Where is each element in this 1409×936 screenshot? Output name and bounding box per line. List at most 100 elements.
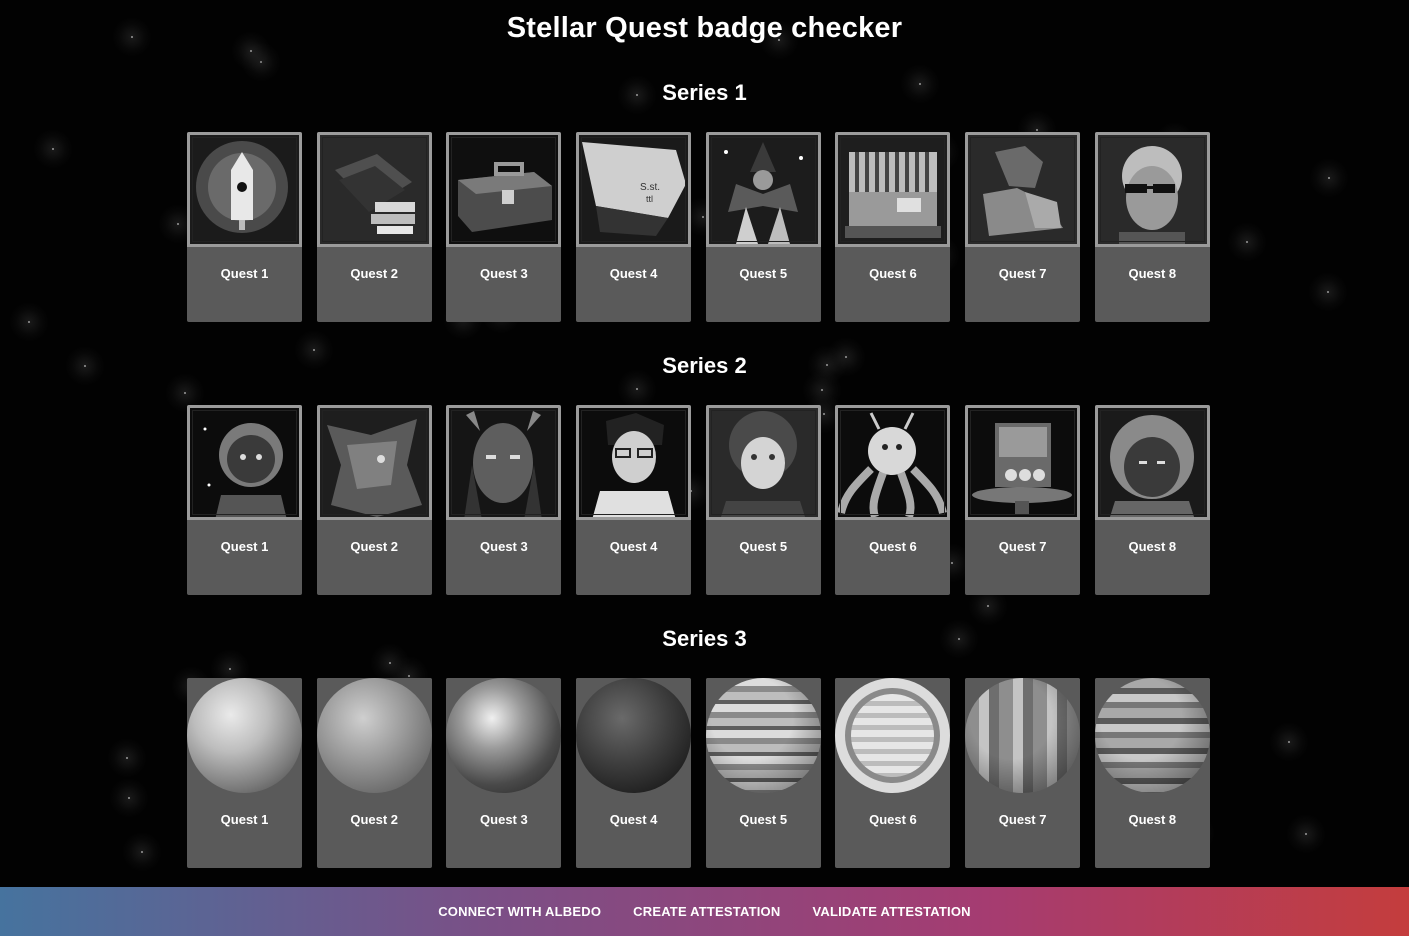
badge-card[interactable]: Quest 1 [187,405,302,595]
badge-label: Quest 2 [350,539,399,554]
star [260,61,262,63]
badge-label: Quest 8 [1128,539,1177,554]
badge-card[interactable]: Quest 6 [835,678,951,868]
planet-banded-icon [705,678,821,793]
validate-attestation-button[interactable]: VALIDATE ATTESTATION [812,904,970,919]
badge-label: Quest 5 [739,539,788,554]
badge-card[interactable]: Quest 2 [316,132,432,322]
star [250,50,252,52]
badge-card[interactable]: Quest 8 [1094,405,1210,595]
star [52,148,54,150]
badge-label: Quest 7 [998,812,1047,827]
badge-label: Quest 3 [480,539,528,554]
badge-card[interactable]: Quest 6 [835,132,951,322]
badge-card[interactable]: Quest 7 [965,678,1081,868]
star [313,349,315,351]
cereal-box-badge-icon [965,405,1081,520]
badge-card[interactable]: Quest 6 [835,405,951,595]
badge-card[interactable]: Quest 2 [316,405,432,595]
creature-badge-icon [316,405,432,520]
sunglasses-face-badge-icon [1094,132,1210,247]
series-3-title: Series 3 [662,626,747,651]
badge-card[interactable]: Quest 4 [576,405,692,595]
star [636,388,638,390]
horned-face-badge-icon [446,405,562,520]
badge-card[interactable]: Quest 3 [446,678,562,868]
star-glow [241,42,281,82]
badge-label: Quest 4 [609,266,658,281]
create-attestation-button[interactable]: CREATE ATTESTATION [633,904,780,919]
star [128,797,130,799]
planet-earthlike-icon [446,678,562,793]
star [177,223,179,225]
planet-rocky-icon [187,678,302,793]
badge-label: Quest 6 [869,266,917,281]
star-glow [33,129,73,169]
planet-ringed-icon [835,678,951,793]
badge-card[interactable]: Quest 1 [187,678,302,868]
astronaut-badge-icon [187,405,302,520]
badge-label: Quest 1 [220,266,269,281]
planet-mottled-icon [1094,678,1210,793]
page-title: Stellar Quest badge checker [506,12,903,44]
badge-card[interactable]: Quest 5 [705,678,821,868]
badge-label: Quest 1 [220,539,269,554]
badge-card[interactable]: Quest 5 [705,405,821,595]
wizard-badge-icon [705,132,821,247]
badge-label: Quest 5 [739,812,788,827]
star-glow [1309,158,1349,198]
star-glow [1227,222,1267,262]
star-glow [9,302,49,342]
star [408,675,410,677]
series-2-badges: Quest 1 Quest 2 Quest 3 Quest 4 Quest 5 … [187,405,1210,595]
planet-cloudy-icon [316,678,432,793]
arm-badge-icon [965,132,1081,247]
badge-label: Quest 3 [480,812,528,827]
badge-card[interactable]: S.st. ttl Quest 4 [576,132,692,322]
badge-card[interactable]: Quest 2 [316,678,432,868]
rocket-badge-icon [187,132,302,247]
connect-albedo-button[interactable]: CONNECT WITH ALBEDO [438,904,601,919]
badge-card[interactable]: Quest 5 [705,132,821,322]
badge-card[interactable]: Quest 8 [1094,132,1210,322]
star [184,392,186,394]
star [126,757,128,759]
badge-label: Quest 5 [739,266,788,281]
star [229,668,231,670]
curly-hair-person-badge-icon [705,405,821,520]
star [821,389,823,391]
badge-label: Quest 4 [609,812,658,827]
badge-card[interactable]: Quest 3 [446,405,562,595]
star [1036,129,1038,131]
badge-card[interactable]: Quest 8 [1094,678,1210,868]
series-1-title: Series 1 [662,80,747,105]
star-glow [107,738,147,778]
building-badge-icon [835,132,951,247]
star [1328,177,1330,179]
planet-dark-icon [576,678,692,793]
star [28,321,30,323]
badge-label: Quest 1 [220,812,269,827]
badge-card[interactable]: Quest 7 [965,132,1081,322]
badge-label: Quest 7 [998,266,1047,281]
badge-card[interactable]: Quest 7 [965,405,1081,595]
octopus-badge-icon [835,405,951,520]
star [141,851,143,853]
star-glow [1269,722,1309,762]
star [389,662,391,664]
series-2-title: Series 2 [662,353,747,378]
footer-action-bar: CONNECT WITH ALBEDO CREATE ATTESTATION V… [0,887,1409,936]
star [1305,833,1307,835]
badge-card[interactable]: Quest 1 [187,132,302,322]
badge-label: Quest 4 [609,539,658,554]
book-badge-icon [316,132,432,247]
badge-label: Quest 2 [350,812,399,827]
badge-label: Quest 2 [350,266,399,281]
star [1288,741,1290,743]
badge-card[interactable]: Quest 4 [576,678,692,868]
star [1246,241,1248,243]
badge-label: Quest 6 [869,539,917,554]
star-glow [122,832,162,872]
badge-card[interactable]: Quest 3 [446,132,562,322]
badge-label: Quest 6 [869,812,917,827]
